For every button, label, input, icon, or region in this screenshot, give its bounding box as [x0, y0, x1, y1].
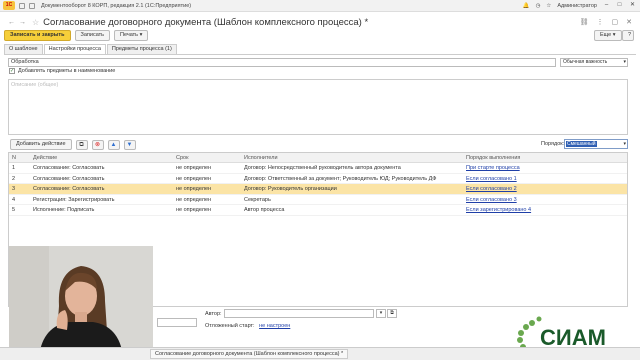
- more-button[interactable]: Еще ▾: [594, 30, 622, 41]
- move-down-icon[interactable]: ▼: [123, 139, 136, 150]
- cell-term: не определен: [176, 175, 212, 182]
- app-logo: 1С: [3, 1, 15, 10]
- order-label: Порядок:: [541, 141, 565, 147]
- tab-bar: О шаблоне Настройки процесса Предметы пр…: [4, 44, 178, 54]
- link-icon[interactable]: ⛓: [580, 18, 589, 26]
- close-icon[interactable]: ✕: [629, 2, 636, 9]
- tab-process-settings[interactable]: Настройки процесса: [43, 44, 106, 54]
- star-icon[interactable]: ☆: [546, 3, 551, 9]
- history-icon[interactable]: [29, 2, 35, 9]
- cell-term: не определен: [176, 196, 212, 203]
- add-subjects-checkbox[interactable]: ✓: [9, 68, 15, 74]
- window-icon[interactable]: ▢: [612, 18, 619, 26]
- order-link[interactable]: При старте процесса: [466, 165, 520, 171]
- cell-performers: Договор: Непосредственный руководитель а…: [244, 165, 401, 171]
- form-close-icon[interactable]: ✕: [626, 18, 632, 26]
- cell-action: Согласование: Согласовать: [33, 165, 105, 171]
- cell-n: 3: [12, 186, 16, 192]
- cell-term: не определен: [176, 207, 212, 213]
- cell-action: Исполнение: Подписать: [33, 207, 95, 213]
- deferred-start-link[interactable]: не настроен: [259, 323, 290, 329]
- cell-action: Согласование: Согласовать: [33, 186, 105, 192]
- table-row[interactable]: 4 Регистрация: Зарегистрировать не опред…: [9, 195, 627, 205]
- tab-about-template[interactable]: О шаблоне: [4, 44, 43, 54]
- cell-performers: Секретарь: [244, 196, 271, 203]
- forward-arrow-icon[interactable]: →: [19, 19, 26, 26]
- save-button[interactable]: Записать: [74, 29, 111, 41]
- order-link[interactable]: Если согласовано 1: [466, 176, 517, 182]
- minimize-icon[interactable]: –: [603, 2, 610, 9]
- column-header[interactable]: N: [9, 153, 27, 162]
- add-subjects-label: Добавлять предметы в наименование: [18, 68, 116, 74]
- column-header[interactable]: Действие: [27, 153, 172, 162]
- actions-toolbar: Добавить действие ⧉ ⊗ ▲ ▼: [10, 139, 136, 150]
- presenter-video-overlay: [9, 246, 153, 356]
- cell-term: не определен: [176, 186, 212, 192]
- dropdown-icon[interactable]: ▾: [376, 309, 386, 318]
- cell-n: 1: [12, 165, 16, 171]
- table-header: N Действие Срок Исполнители Порядок выпо…: [9, 153, 627, 163]
- menu-icon[interactable]: [19, 2, 25, 9]
- save-and-close-button[interactable]: Записать и закрыть: [4, 29, 71, 41]
- taskbar-item[interactable]: Согласование договорного документа (Шабл…: [150, 349, 349, 359]
- app-title: Документооборот 8 КОРП, редакция 2.1 (1С…: [41, 2, 192, 9]
- clock-icon[interactable]: ◷: [536, 3, 541, 9]
- cell-term: не определен: [176, 165, 212, 171]
- table-row[interactable]: 2 Согласование: Согласовать не определен…: [9, 174, 627, 184]
- deferred-start: Отложенный старт: не настроен: [205, 323, 290, 329]
- favorite-star-icon[interactable]: ☆: [32, 18, 39, 27]
- more-dots-icon[interactable]: ⋮: [597, 18, 604, 26]
- cell-n: 5: [12, 207, 16, 213]
- table-row[interactable]: 1 Согласование: Согласовать не определен…: [9, 163, 627, 174]
- add-subjects-option[interactable]: ✓ Добавлять предметы в наименование: [9, 68, 115, 74]
- form-toolbar: Записать и закрыть Записать Печать ▾: [4, 29, 149, 41]
- cell-n: 4: [12, 196, 16, 203]
- cell-performers: Договор: Ответственный за документ; Руко…: [244, 175, 437, 182]
- cell-performers: Договор: Руководитель организации: [244, 186, 337, 192]
- delete-icon[interactable]: ⊗: [91, 139, 104, 150]
- back-arrow-icon[interactable]: ←: [8, 19, 15, 26]
- importance-select[interactable]: Обычная важность ▾: [560, 58, 628, 67]
- table-row[interactable]: 5 Исполнение: Подписать не определен Авт…: [9, 205, 627, 216]
- column-header[interactable]: Срок: [172, 153, 240, 162]
- tab-process-subjects[interactable]: Предметы процесса (1): [106, 44, 177, 54]
- cell-n: 2: [12, 175, 16, 182]
- name-field[interactable]: Обработка: [8, 58, 556, 67]
- page-title: Согласование договорного документа (Шабл…: [43, 16, 369, 28]
- maximize-icon[interactable]: □: [616, 2, 623, 9]
- add-action-button[interactable]: Добавить действие: [10, 139, 72, 150]
- deferred-start-label: Отложенный старт:: [205, 323, 255, 329]
- order-select[interactable]: Смешанный ▾: [564, 139, 628, 149]
- description-field[interactable]: Описание (общее): [8, 79, 628, 135]
- help-button[interactable]: ?: [622, 30, 634, 41]
- column-header[interactable]: Исполнители: [240, 153, 462, 162]
- cell-action: Согласование: Согласовать: [33, 175, 105, 182]
- tab-divider: [4, 54, 636, 55]
- cell-action: Регистрация: Зарегистрировать: [33, 196, 115, 203]
- bell-icon[interactable]: 🔔: [523, 3, 530, 9]
- author-input[interactable]: [224, 309, 374, 318]
- cell-performers: Автор процесса: [244, 207, 285, 213]
- author-label: Автор:: [205, 311, 222, 317]
- order-link[interactable]: Если зарегистрировано 4: [466, 207, 531, 213]
- copy-icon[interactable]: ⧉: [75, 139, 88, 150]
- print-button[interactable]: Печать ▾: [114, 29, 149, 41]
- move-up-icon[interactable]: ▲: [107, 139, 120, 150]
- order-link[interactable]: Если согласовано 2: [466, 186, 517, 192]
- order-link[interactable]: Если согласовано 3: [466, 197, 517, 203]
- chevron-down-icon: ▾: [623, 59, 626, 65]
- bottom-field[interactable]: [157, 318, 197, 327]
- chevron-down-icon: ▾: [623, 141, 626, 147]
- open-icon[interactable]: ⧉: [387, 309, 397, 318]
- column-header[interactable]: Порядок выполнения: [462, 153, 622, 162]
- user-name[interactable]: Администратор: [557, 3, 597, 9]
- app-titlebar: 1С Документооборот 8 КОРП, редакция 2.1 …: [0, 0, 640, 12]
- table-row-selected[interactable]: 3 Согласование: Согласовать не определен…: [9, 184, 627, 195]
